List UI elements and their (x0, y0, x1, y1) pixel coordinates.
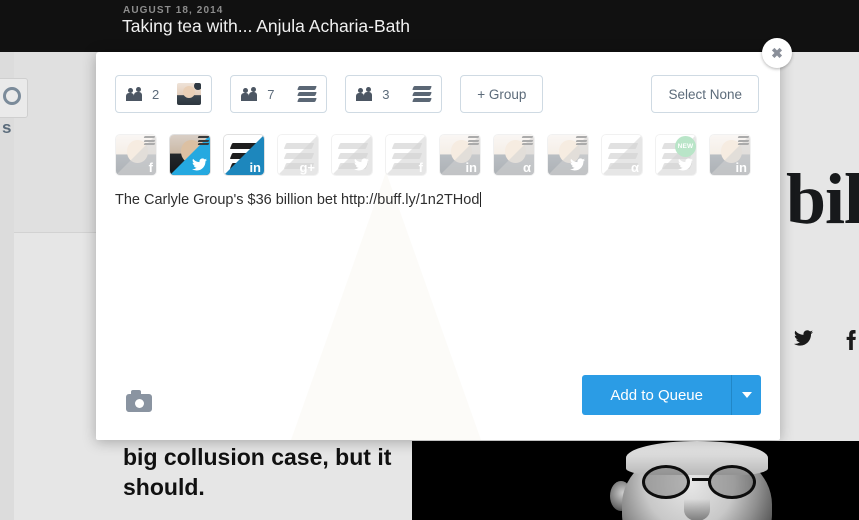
add-to-queue-group: Add to Queue (582, 375, 761, 415)
composer-text: The Carlyle Group's $36 billion bet http… (115, 192, 480, 208)
profile-avatar-linkedin-selected[interactable]: in (223, 134, 265, 176)
background-big-word: bill (786, 159, 859, 239)
group-pill-3[interactable]: 3 (345, 75, 443, 113)
background-photo (412, 441, 859, 520)
camera-icon[interactable] (126, 390, 152, 412)
profile-avatar-linkedin-2[interactable]: in (439, 134, 481, 176)
composer-modal: ✖ 2 7 3 + Group Select None f in g+ f in… (96, 38, 792, 440)
people-icon (356, 87, 373, 101)
article-title: Taking tea with... Anjula Acharia-Bath (122, 16, 410, 36)
group-selector-row: 2 7 3 + Group (115, 75, 544, 113)
text-cursor (480, 192, 482, 207)
profile-avatar-googleplus[interactable]: g+ (277, 134, 319, 176)
screen: s AUGUST 18, 2014 Taking tea with... Anj… (0, 0, 859, 520)
circle-icon (3, 87, 21, 105)
profile-avatar-appdotnet[interactable]: α (493, 134, 535, 176)
photo-lens-left (642, 465, 690, 499)
share-twitter-icon[interactable] (794, 330, 813, 352)
background-headline: big collusion case, but it should. (123, 444, 392, 501)
buffer-stack-icon (467, 136, 480, 146)
new-badge: NEW (675, 136, 696, 157)
buffer-stack-icon (412, 86, 433, 102)
profile-avatar-twitter-new[interactable]: NEW (655, 134, 697, 176)
background-left-label: s (2, 118, 12, 137)
background-round-button[interactable] (0, 78, 28, 118)
profile-avatar-facebook-2[interactable]: f (385, 134, 427, 176)
buffer-stack-icon (575, 136, 588, 146)
share-facebook-icon[interactable] (845, 330, 857, 356)
buffer-stack-icon (143, 136, 156, 146)
buffer-stack-icon (297, 86, 318, 102)
group-pill-2[interactable]: 7 (230, 75, 328, 113)
article-date: AUGUST 18, 2014 (123, 5, 224, 16)
group-pill-1[interactable]: 2 (115, 75, 213, 113)
profile-avatar-row: f in g+ f in α α NEW in (115, 134, 751, 176)
photo-glasses (638, 465, 766, 499)
composer-textarea[interactable]: The Carlyle Group's $36 billion bet http… (115, 190, 761, 390)
photo-lens-right (708, 465, 756, 499)
buffer-stack-icon (737, 136, 750, 146)
people-icon (126, 87, 143, 101)
people-icon (241, 87, 258, 101)
group-count: 3 (382, 86, 390, 102)
profile-avatar-facebook[interactable]: f (115, 134, 157, 176)
select-none-button[interactable]: Select None (651, 75, 759, 113)
close-icon[interactable]: ✖ (762, 38, 792, 68)
photo-nose (684, 499, 710, 520)
profile-avatar-twitter-2[interactable] (331, 134, 373, 176)
profile-avatar-appdotnet-2[interactable]: α (601, 134, 643, 176)
profile-avatar-twitter-3[interactable] (547, 134, 589, 176)
add-group-button[interactable]: + Group (460, 75, 544, 113)
profile-avatar-linkedin-3[interactable]: in (709, 134, 751, 176)
chevron-down-icon[interactable] (731, 375, 761, 415)
group-count: 2 (152, 86, 160, 102)
add-to-queue-button[interactable]: Add to Queue (582, 375, 731, 415)
group-count: 7 (267, 86, 275, 102)
avatar (177, 83, 202, 105)
buffer-stack-icon (521, 136, 534, 146)
profile-avatar-twitter-selected[interactable] (169, 134, 211, 176)
buffer-stack-icon (197, 136, 210, 146)
